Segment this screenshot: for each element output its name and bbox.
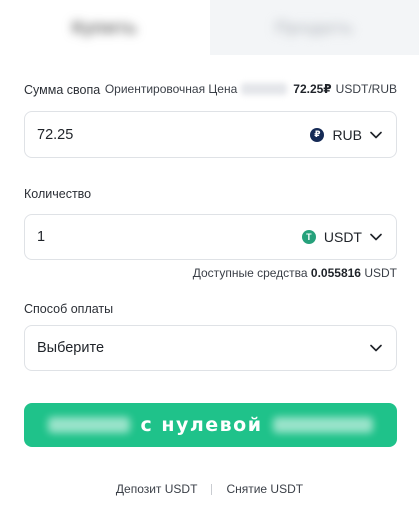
tab-sell[interactable]: Продать bbox=[210, 0, 419, 55]
quantity-value[interactable]: 1 bbox=[37, 229, 45, 245]
payment-method-select[interactable]: Выберите bbox=[24, 325, 397, 371]
submit-button[interactable]: с нулевой bbox=[24, 403, 397, 447]
footer-links: Депозит USDT Снятие USDT bbox=[0, 482, 419, 496]
withdraw-link[interactable]: Снятие USDT bbox=[226, 482, 303, 496]
chevron-down-icon bbox=[370, 233, 382, 241]
swap-amount-value[interactable]: 72.25 bbox=[37, 127, 73, 143]
currency-select-rub[interactable]: ₽ RUB bbox=[310, 127, 382, 143]
swap-amount-label: Сумма свопа bbox=[24, 83, 101, 97]
blurred-area bbox=[241, 83, 288, 95]
quantity-label: Количество bbox=[24, 187, 92, 201]
estimated-price-label: Ориентировочная Цена bbox=[104, 82, 238, 96]
currency-code: USDT bbox=[323, 229, 362, 245]
blurred-area bbox=[48, 417, 131, 433]
estimated-price-unit: USDT/RUB bbox=[335, 82, 397, 96]
blurred-area bbox=[272, 417, 373, 433]
rub-coin-icon: ₽ bbox=[310, 127, 325, 142]
chevron-down-icon bbox=[370, 344, 382, 352]
chevron-down-icon bbox=[370, 131, 382, 138]
quantity-field[interactable]: 1 T USDT bbox=[24, 214, 397, 260]
trade-tabs: Купить Продать bbox=[0, 0, 419, 55]
swap-amount-field[interactable]: 72.25 ₽ RUB bbox=[24, 111, 397, 158]
tab-buy[interactable]: Купить bbox=[0, 0, 210, 55]
tab-sell-label: Продать bbox=[275, 17, 354, 37]
usdt-coin-icon: T bbox=[301, 230, 316, 244]
deposit-link[interactable]: Депозит USDT bbox=[116, 482, 198, 496]
available-funds-unit: USDT bbox=[364, 266, 397, 280]
available-funds: Доступные средства 0.055816 USDT bbox=[193, 266, 397, 280]
estimated-price-value: 72.25₽ bbox=[293, 82, 332, 96]
payment-method-label: Способ оплаты bbox=[24, 302, 114, 316]
tab-buy-label: Купить bbox=[72, 17, 138, 37]
available-funds-label: Доступные средства bbox=[192, 266, 308, 280]
payment-method-selected: Выберите bbox=[37, 340, 105, 356]
available-funds-value: 0.055816 bbox=[310, 266, 361, 280]
estimated-price: Ориентировочная Цена 72.25₽ USDT/RUB bbox=[105, 82, 397, 96]
submit-button-label: с нулевой bbox=[140, 414, 263, 436]
currency-code: RUB bbox=[332, 126, 362, 143]
currency-select-usdt[interactable]: T USDT bbox=[301, 229, 382, 245]
divider bbox=[211, 483, 213, 495]
